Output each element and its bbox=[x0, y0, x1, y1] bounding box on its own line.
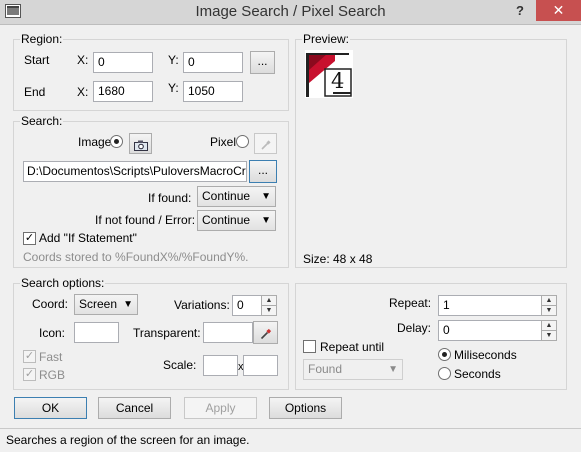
repeat-down-button[interactable]: ▼ bbox=[541, 305, 557, 316]
ok-button[interactable]: OK bbox=[14, 397, 87, 419]
chevron-down-icon: ▼ bbox=[261, 191, 271, 202]
if-found-label: If found: bbox=[148, 191, 192, 205]
repeat-until-select[interactable]: Found ▼ bbox=[303, 359, 403, 380]
image-label: Image bbox=[78, 135, 112, 149]
rgb-label: RGB bbox=[39, 368, 66, 382]
chevron-down-icon: ▼ bbox=[261, 215, 271, 226]
chevron-down-icon: ▼ bbox=[123, 299, 133, 310]
scale-width-input[interactable] bbox=[203, 355, 238, 376]
image-path-input[interactable]: D:\Documentos\Scripts\PuloversMacroCreat… bbox=[23, 161, 247, 182]
preview-size-text: Size: 48 x 48 bbox=[303, 252, 373, 266]
close-button[interactable]: ✕ bbox=[536, 0, 581, 21]
search-options-label: Search options: bbox=[20, 276, 106, 290]
transparent-input[interactable] bbox=[203, 322, 253, 343]
coords-note: Coords stored to %FoundX%/%FoundY%. bbox=[23, 250, 249, 264]
end-x-input[interactable]: 1680 bbox=[93, 81, 153, 102]
region-label: Region: bbox=[20, 32, 64, 46]
search-label: Search: bbox=[20, 114, 64, 128]
repeat-until-value: Found bbox=[308, 362, 343, 376]
if-found-value: Continue bbox=[202, 189, 251, 203]
transparent-label: Transparent: bbox=[133, 326, 201, 340]
window-title: Image Search / Pixel Search bbox=[195, 3, 386, 20]
repeat-until-label: Repeat until bbox=[320, 340, 385, 354]
transparent-picker-button[interactable] bbox=[253, 321, 278, 344]
preview-label: Preview: bbox=[302, 32, 351, 46]
image-radio[interactable] bbox=[110, 135, 123, 148]
scale-height-input[interactable] bbox=[243, 355, 278, 376]
if-found-select[interactable]: Continue ▼ bbox=[197, 186, 276, 207]
coord-label: Coord: bbox=[32, 297, 69, 311]
not-found-value: Continue bbox=[202, 213, 251, 227]
chevron-down-icon: ▼ bbox=[388, 364, 398, 375]
repeat-input[interactable]: 1 bbox=[438, 295, 543, 316]
cancel-button[interactable]: Cancel bbox=[98, 397, 171, 419]
start-label: Start bbox=[24, 53, 50, 67]
not-found-select[interactable]: Continue ▼ bbox=[197, 210, 276, 231]
status-bar: Searches a region of the screen for an i… bbox=[0, 428, 581, 452]
variations-label: Variations: bbox=[174, 298, 230, 312]
pixel-picker-button[interactable] bbox=[254, 133, 277, 154]
preview-image: 4 bbox=[305, 50, 353, 98]
rgb-checkbox[interactable]: ✓ bbox=[23, 368, 36, 381]
fast-checkbox[interactable]: ✓ bbox=[23, 350, 36, 363]
end-x-label: X: bbox=[77, 85, 89, 99]
icon-label: Icon: bbox=[39, 326, 66, 340]
end-y-label: Y: bbox=[168, 81, 179, 95]
preview-glyph: 4 bbox=[331, 69, 345, 93]
apply-button[interactable]: Apply bbox=[184, 397, 257, 419]
fast-label: Fast bbox=[39, 350, 63, 364]
region-browse-button[interactable]: ... bbox=[250, 51, 275, 74]
variations-input[interactable]: 0 bbox=[232, 295, 262, 316]
eyedropper-icon bbox=[260, 138, 272, 157]
coord-value: Screen bbox=[79, 297, 118, 311]
start-x-label: X: bbox=[77, 53, 89, 67]
help-button[interactable]: ? bbox=[508, 1, 532, 21]
end-y-input[interactable]: 1050 bbox=[183, 81, 243, 102]
milliseconds-radio[interactable] bbox=[438, 348, 451, 361]
repeat-label: Repeat: bbox=[389, 296, 432, 310]
camera-icon bbox=[134, 138, 148, 157]
eyedropper-icon bbox=[260, 327, 272, 346]
scale-label: Scale: bbox=[163, 358, 197, 372]
seconds-label: Seconds bbox=[454, 367, 501, 381]
milliseconds-label: Miliseconds bbox=[454, 348, 517, 362]
repeat-until-checkbox[interactable] bbox=[303, 340, 316, 353]
variations-down-button[interactable]: ▼ bbox=[261, 305, 277, 316]
start-y-input[interactable]: 0 bbox=[183, 52, 243, 73]
icon-input[interactable] bbox=[74, 322, 119, 343]
coord-select[interactable]: Screen ▼ bbox=[74, 294, 138, 315]
add-if-label: Add "If Statement" bbox=[39, 231, 137, 245]
options-button[interactable]: Options bbox=[269, 397, 342, 419]
status-text: Searches a region of the screen for an i… bbox=[6, 433, 250, 447]
delay-down-button[interactable]: ▼ bbox=[541, 330, 557, 341]
add-if-checkbox[interactable]: ✓ bbox=[23, 232, 36, 245]
start-x-input[interactable]: 0 bbox=[93, 52, 153, 73]
end-label: End bbox=[24, 85, 46, 99]
capture-image-button[interactable] bbox=[129, 133, 152, 154]
pixel-label: Pixel bbox=[210, 135, 237, 149]
start-y-label: Y: bbox=[168, 53, 179, 67]
delay-input[interactable]: 0 bbox=[438, 320, 543, 341]
pixel-radio[interactable] bbox=[236, 135, 249, 148]
path-browse-button[interactable]: ... bbox=[249, 160, 277, 183]
delay-label: Delay: bbox=[397, 321, 432, 335]
not-found-label: If not found / Error: bbox=[95, 213, 196, 227]
seconds-radio[interactable] bbox=[438, 367, 451, 380]
